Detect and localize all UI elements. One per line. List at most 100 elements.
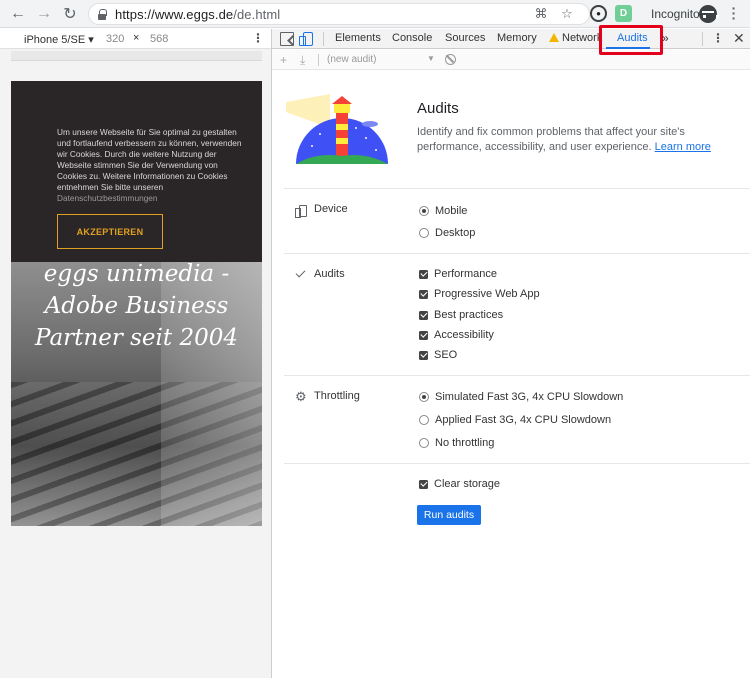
password-manager-icon[interactable]: ● [590, 5, 607, 22]
audits-section-label: Audits [314, 268, 345, 280]
radio-desktop[interactable] [419, 228, 429, 238]
chevron-down-icon: ▼ [427, 54, 435, 63]
divider [284, 375, 750, 376]
tab-elements[interactable]: Elements [335, 32, 381, 44]
reload-icon[interactable]: ↻ [60, 4, 80, 24]
check-icon [295, 268, 307, 280]
tab-sources[interactable]: Sources [445, 32, 485, 44]
option-label: No throttling [435, 437, 495, 449]
audit-option-best-practices[interactable]: Best practices [419, 309, 503, 321]
browser-menu-icon[interactable]: · · · [729, 1, 739, 25]
device-emulation-area: iPhone 5/SE ▾ 320 × 568 ⋮ eggs unimedia … [0, 29, 271, 678]
checkbox-accessibility[interactable] [419, 330, 428, 340]
option-label: Accessibility [434, 329, 494, 341]
device-icon [295, 205, 307, 218]
device-menu-icon[interactable]: ⋮ [252, 31, 264, 45]
download-report-icon[interactable]: ⤓ [300, 53, 305, 68]
option-label: Desktop [435, 227, 476, 239]
lighthouse-illustration [286, 94, 388, 164]
device-width[interactable]: 320 [106, 33, 124, 45]
lighthouse-stripe [336, 138, 348, 144]
lock-icon[interactable] [98, 9, 107, 20]
hero-line-1: eggs unimedia - [43, 261, 230, 287]
device-toolbar: iPhone 5/SE ▾ 320 × 568 ⋮ [0, 29, 271, 49]
cookie-text: Um unsere Webseite für Sie optimal zu ge… [57, 127, 242, 203]
star-icon[interactable]: ☆ [559, 6, 575, 22]
throttling-option-applied[interactable]: Applied Fast 3G, 4x CPU Slowdown [419, 414, 611, 426]
more-tabs-icon[interactable]: » [662, 31, 669, 45]
device-option-mobile[interactable]: Mobile [419, 205, 467, 217]
divider [284, 188, 750, 189]
tab-memory[interactable]: Memory [497, 32, 537, 44]
browser-toolbar: ← → ↻ https://www.eggs.de/de.html ⌘ ☆ ● … [0, 0, 750, 28]
inspect-element-icon[interactable] [280, 32, 294, 46]
star [365, 137, 367, 139]
device-select[interactable]: iPhone 5/SE ▾ [24, 33, 94, 46]
translate-icon[interactable]: ⌘ [533, 6, 549, 22]
option-label: Mobile [435, 205, 468, 217]
audit-option-performance[interactable]: Performance [419, 268, 497, 280]
star [311, 145, 313, 147]
option-label: Progressive Web App [434, 288, 540, 300]
tab-network[interactable]: Network [562, 32, 602, 44]
option-label: SEO [434, 349, 458, 361]
privacy-link[interactable]: Datenschutzbestimmungen [57, 193, 158, 203]
run-audits-button[interactable]: Run audits [417, 505, 481, 525]
audit-report-select[interactable]: (new audit) [327, 54, 376, 65]
audits-title: Audits [417, 100, 459, 117]
audits-description: Identify and fix common problems that af… [417, 126, 711, 153]
learn-more-link[interactable]: Learn more [655, 141, 711, 153]
throttling-option-simulated[interactable]: Simulated Fast 3G, 4x CPU Slowdown [419, 391, 623, 403]
radio-applied[interactable] [419, 415, 429, 425]
audit-option-pwa[interactable]: Progressive Web App [419, 288, 540, 300]
emulated-viewport: eggs unimedia - Adobe Business Partner s… [11, 81, 262, 526]
media-query-ruler[interactable] [11, 51, 262, 61]
radio-mobile[interactable] [419, 206, 429, 216]
lighthouse-roof [332, 96, 352, 104]
cookie-banner: Um unsere Webseite für Sie optimal zu ge… [11, 81, 262, 262]
checkbox-clear-storage[interactable] [419, 479, 428, 489]
device-height[interactable]: 568 [150, 33, 168, 45]
throttling-section-label: Throttling [314, 390, 360, 402]
annotation-highlight [599, 25, 663, 55]
address-bar[interactable]: https://www.eggs.de/de.html ⌘ ☆ [88, 3, 590, 25]
toggle-device-icon[interactable] [299, 32, 313, 46]
lighthouse-lamp [334, 104, 350, 113]
incognito-icon[interactable] [699, 5, 719, 23]
checkbox-best-practices[interactable] [419, 310, 428, 320]
add-audit-icon[interactable]: + [280, 53, 287, 67]
hero-heading: eggs unimedia - Adobe Business Partner s… [11, 258, 262, 354]
devtools-menu-icon[interactable]: ⋮ [712, 31, 724, 45]
device-section-label: Device [314, 203, 348, 215]
radio-simulated[interactable] [419, 392, 429, 402]
dimension-separator: × [133, 32, 140, 44]
tab-console[interactable]: Console [392, 32, 432, 44]
option-label: Applied Fast 3G, 4x CPU Slowdown [435, 414, 612, 426]
checkbox-performance[interactable] [419, 269, 428, 279]
close-devtools-icon[interactable]: ✕ [733, 30, 745, 47]
star [319, 133, 321, 135]
back-icon[interactable]: ← [8, 4, 28, 24]
checkbox-seo[interactable] [419, 350, 428, 360]
checkbox-pwa[interactable] [419, 289, 428, 299]
hero-line-3: Partner seit 2004 [35, 325, 238, 351]
audit-option-seo[interactable]: SEO [419, 349, 457, 361]
lighthouse-tower [336, 112, 348, 156]
audit-option-accessibility[interactable]: Accessibility [419, 329, 494, 341]
option-label: Performance [434, 268, 497, 280]
option-label: Simulated Fast 3G, 4x CPU Slowdown [435, 391, 624, 403]
radio-none[interactable] [419, 438, 429, 448]
extension-icon[interactable]: D [615, 5, 632, 22]
clear-storage-option[interactable]: Clear storage [419, 478, 500, 490]
forward-icon[interactable]: → [34, 4, 54, 24]
accept-cookies-button[interactable]: AKZEPTIEREN [57, 214, 163, 249]
gear-icon: ⚙ [295, 389, 307, 404]
tab-separator [702, 32, 703, 46]
throttling-option-none[interactable]: No throttling [419, 437, 494, 449]
warning-icon [549, 33, 559, 42]
clear-reports-icon[interactable] [445, 54, 456, 65]
hero-line-2: Adobe Business [44, 293, 229, 319]
device-option-desktop[interactable]: Desktop [419, 227, 475, 239]
url-text: https://www.eggs.de/de.html [115, 7, 281, 22]
cloud [362, 121, 378, 127]
